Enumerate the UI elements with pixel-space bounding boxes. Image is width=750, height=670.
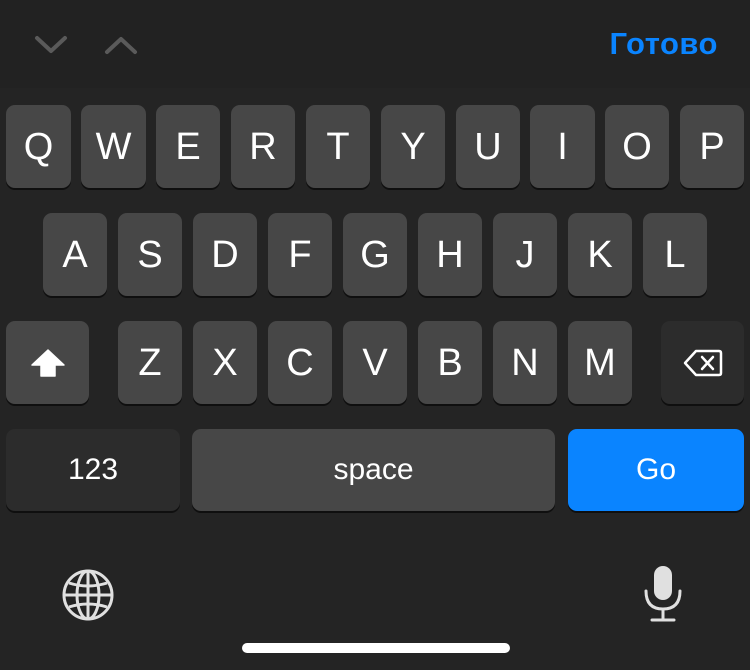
numbers-key[interactable]: 123	[6, 429, 180, 511]
key-label: T	[326, 125, 350, 168]
previous-field-button[interactable]	[26, 24, 76, 66]
key-o[interactable]: O	[605, 105, 669, 188]
key-label: 123	[67, 453, 119, 486]
space-key[interactable]: space	[192, 429, 555, 511]
key-i[interactable]: I	[530, 105, 595, 188]
next-field-button[interactable]	[96, 24, 146, 66]
key-a[interactable]: A	[43, 213, 107, 296]
key-h[interactable]: H	[418, 213, 482, 296]
key-label: Go	[635, 453, 677, 486]
key-f[interactable]: F	[268, 213, 332, 296]
delete-key[interactable]	[661, 321, 744, 404]
key-label: O	[622, 125, 652, 168]
key-g[interactable]: G	[343, 213, 407, 296]
key-label: W	[95, 125, 132, 168]
key-label: K	[587, 233, 613, 276]
key-z[interactable]: Z	[118, 321, 182, 404]
key-label: Z	[138, 341, 162, 384]
key-label: G	[360, 233, 390, 276]
home-indicator[interactable]	[242, 643, 510, 653]
key-m[interactable]: M	[568, 321, 632, 404]
key-u[interactable]: U	[456, 105, 520, 188]
keyboard-toolbar: Готово	[0, 0, 750, 88]
key-w[interactable]: W	[81, 105, 146, 188]
key-label: N	[511, 341, 539, 384]
key-label: space	[333, 453, 414, 486]
key-label: L	[664, 233, 686, 276]
microphone-icon	[644, 566, 682, 622]
key-label: S	[137, 233, 163, 276]
key-q[interactable]: Q	[6, 105, 71, 188]
key-label: V	[362, 341, 388, 384]
globe-icon	[62, 569, 114, 621]
key-label: A	[62, 233, 88, 276]
key-p[interactable]: P	[680, 105, 744, 188]
chevron-down-icon	[35, 36, 67, 53]
done-button[interactable]: Готово	[610, 22, 719, 66]
key-label: P	[699, 125, 725, 168]
backspace-icon	[683, 349, 722, 376]
go-button[interactable]: Go	[568, 429, 744, 511]
key-s[interactable]: S	[118, 213, 182, 296]
key-label: M	[584, 341, 616, 384]
key-label: E	[175, 125, 201, 168]
key-label: B	[437, 341, 463, 384]
key-y[interactable]: Y	[381, 105, 445, 188]
key-r[interactable]: R	[231, 105, 295, 188]
keyboard-screen: Готово Q W E R T Y U I O P A S D F G H J…	[0, 0, 750, 670]
key-label: C	[286, 341, 314, 384]
key-label: R	[249, 125, 277, 168]
key-label: Y	[400, 125, 426, 168]
chevron-up-icon	[105, 37, 137, 54]
key-t[interactable]: T	[306, 105, 370, 188]
key-n[interactable]: N	[493, 321, 557, 404]
key-x[interactable]: X	[193, 321, 257, 404]
key-k[interactable]: K	[568, 213, 632, 296]
key-b[interactable]: B	[418, 321, 482, 404]
key-label: D	[211, 233, 239, 276]
key-c[interactable]: C	[268, 321, 332, 404]
dictation-button[interactable]	[636, 560, 690, 626]
key-label: J	[515, 233, 535, 276]
key-label: I	[557, 125, 568, 168]
key-label: X	[212, 341, 238, 384]
keyboard: Q W E R T Y U I O P A S D F G H J K L Z …	[0, 88, 750, 670]
key-d[interactable]: D	[193, 213, 257, 296]
key-label: F	[288, 233, 312, 276]
key-e[interactable]: E	[156, 105, 220, 188]
key-label: H	[436, 233, 464, 276]
shift-key[interactable]	[6, 321, 89, 404]
key-label: Q	[23, 125, 54, 168]
key-l[interactable]: L	[643, 213, 707, 296]
shift-icon	[30, 348, 65, 377]
key-j[interactable]: J	[493, 213, 557, 296]
globe-button[interactable]	[58, 565, 118, 625]
key-v[interactable]: V	[343, 321, 407, 404]
key-label: U	[474, 125, 502, 168]
